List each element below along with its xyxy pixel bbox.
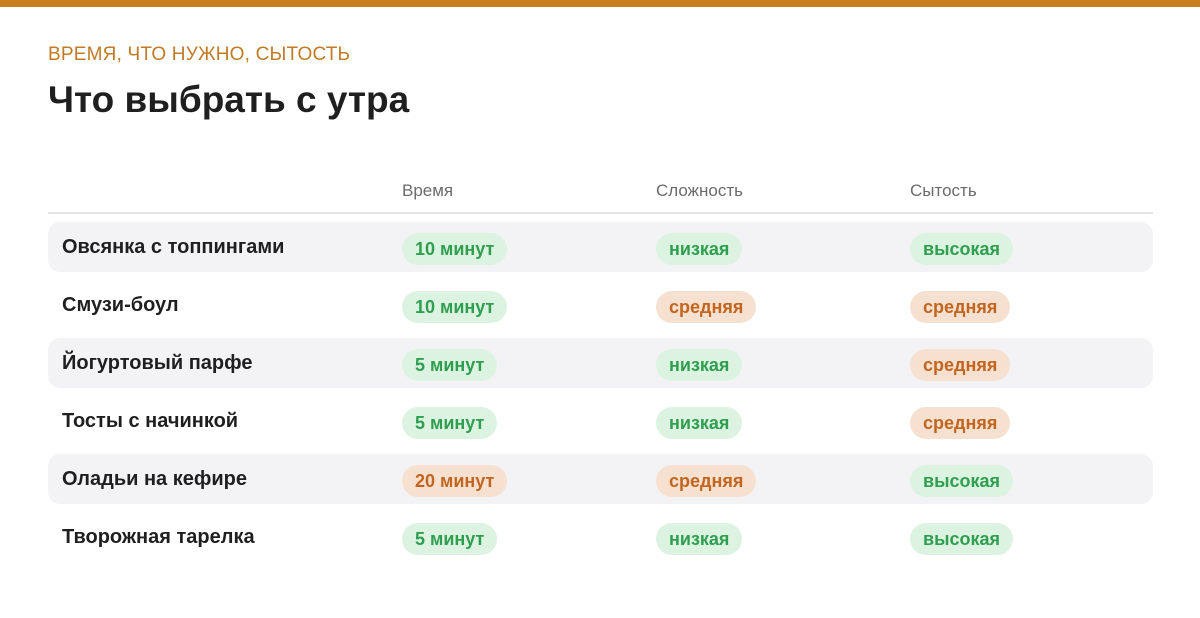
time-badge: 5 минут — [402, 349, 498, 381]
table-row: Тосты с начинкой 5 минут низкая средняя — [48, 396, 1153, 446]
difficulty-badge: низкая — [656, 349, 743, 381]
dish-name: Оладьи на кефире — [62, 468, 247, 490]
eyebrow-label: ВРЕМЯ, ЧТО НУЖНО, СЫТОСТЬ — [48, 44, 351, 65]
dish-name: Творожная тарелка — [62, 526, 255, 548]
time-badge: 10 минут — [402, 291, 508, 323]
satiety-badge: высокая — [910, 465, 1013, 497]
time-badge: 5 минут — [402, 523, 498, 555]
column-header-satiety: Сытость — [910, 181, 977, 200]
difficulty-badge: низкая — [656, 233, 743, 265]
table-header: Время Сложность Сытость — [48, 168, 1153, 214]
time-badge: 10 минут — [402, 233, 508, 265]
column-header-difficulty: Сложность — [656, 181, 744, 200]
table-row: Творожная тарелка 5 минут низкая высокая — [48, 512, 1153, 562]
table-row: Овсянка с топпингами 10 минут низкая выс… — [48, 222, 1153, 272]
accent-bar — [0, 0, 1200, 7]
table-body: Овсянка с топпингами 10 минут низкая выс… — [48, 214, 1153, 562]
time-badge: 5 минут — [402, 407, 498, 439]
table-row: Йогуртовый парфе 5 минут низкая средняя — [48, 338, 1153, 388]
difficulty-badge: средняя — [656, 291, 757, 323]
time-badge: 20 минут — [402, 465, 508, 497]
difficulty-badge: низкая — [656, 407, 743, 439]
dish-name: Йогуртовый парфе — [62, 352, 253, 374]
page-title: Что выбрать с утра — [48, 79, 410, 120]
dish-name: Смузи-боул — [62, 294, 179, 316]
table-row: Смузи-боул 10 минут средняя средняя — [48, 280, 1153, 330]
difficulty-badge: средняя — [656, 465, 757, 497]
table-row: Оладьи на кефире 20 минут средняя высока… — [48, 454, 1153, 504]
satiety-badge: высокая — [910, 233, 1013, 265]
satiety-badge: средняя — [910, 349, 1011, 381]
satiety-badge: высокая — [910, 523, 1013, 555]
dish-name: Овсянка с топпингами — [62, 236, 285, 258]
dish-name: Тосты с начинкой — [62, 410, 239, 432]
comparison-table: Время Сложность Сытость Овсянка с топпин… — [48, 168, 1153, 570]
difficulty-badge: низкая — [656, 523, 743, 555]
satiety-badge: средняя — [910, 407, 1011, 439]
column-header-time: Время — [402, 181, 454, 200]
satiety-badge: средняя — [910, 291, 1011, 323]
